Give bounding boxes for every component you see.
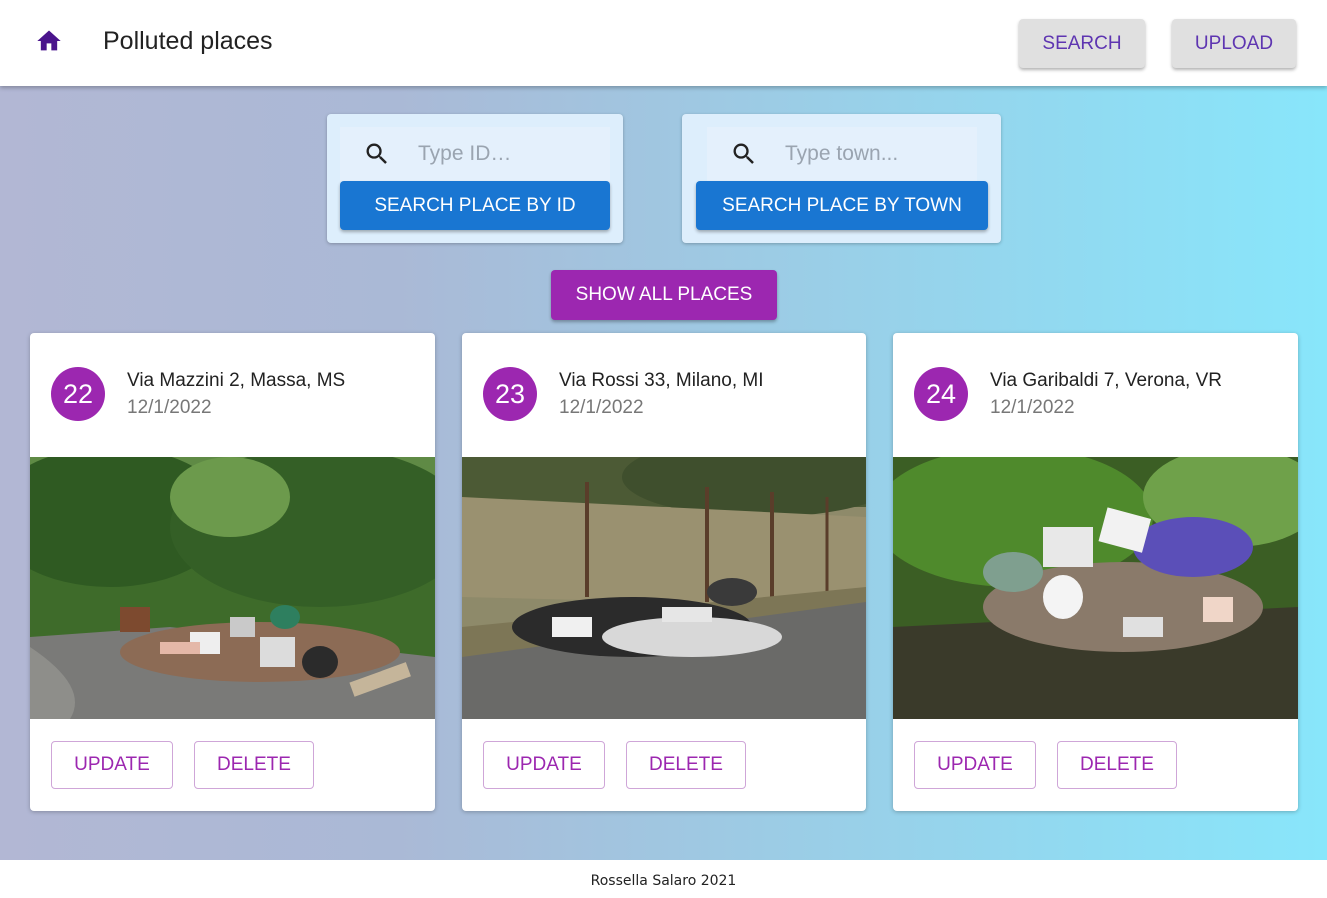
place-address: Via Garibaldi 7, Verona, VR: [990, 370, 1223, 391]
search-by-town-panel: SEARCH PLACE BY TOWN: [682, 114, 1001, 243]
search-town-input[interactable]: [785, 142, 965, 166]
place-photo: [462, 457, 866, 719]
search-town-field: [707, 127, 977, 181]
search-place-by-id-button[interactable]: SEARCH PLACE BY ID: [340, 181, 610, 230]
card-actions: UPDATE DELETE: [30, 719, 435, 811]
place-address: Via Mazzini 2, Massa, MS: [127, 370, 346, 391]
place-photo: [30, 457, 435, 719]
search-by-id-panel: SEARCH PLACE BY ID: [327, 114, 623, 243]
footer-text: Rossella Salaro 2021: [590, 873, 737, 889]
app-title: Polluted places: [103, 27, 273, 55]
card-actions: UPDATE DELETE: [893, 719, 1298, 811]
search-id-input[interactable]: [418, 142, 598, 166]
place-card: 22 Via Mazzini 2, Massa, MS 12/1/2022 UP…: [30, 333, 435, 811]
footer: Rossella Salaro 2021: [0, 860, 1327, 898]
card-header: 22 Via Mazzini 2, Massa, MS 12/1/2022: [30, 333, 435, 457]
home-icon: [37, 30, 61, 51]
place-photo: [893, 457, 1298, 719]
app-bar: Polluted places SEARCH UPLOAD: [0, 0, 1327, 86]
update-button[interactable]: UPDATE: [483, 741, 605, 789]
place-date: 12/1/2022: [559, 397, 644, 418]
update-button[interactable]: UPDATE: [51, 741, 173, 789]
update-button[interactable]: UPDATE: [914, 741, 1036, 789]
delete-button[interactable]: DELETE: [1057, 741, 1177, 789]
place-id-avatar: 22: [51, 367, 105, 421]
place-date: 12/1/2022: [127, 397, 212, 418]
search-id-field: [340, 127, 610, 181]
place-date: 12/1/2022: [990, 397, 1075, 418]
place-id-avatar: 24: [914, 367, 968, 421]
search-place-by-town-button[interactable]: SEARCH PLACE BY TOWN: [696, 181, 988, 230]
search-nav-button[interactable]: SEARCH: [1019, 19, 1145, 68]
card-header: 24 Via Garibaldi 7, Verona, VR 12/1/2022: [893, 333, 1298, 457]
place-address: Via Rossi 33, Milano, MI: [559, 370, 764, 391]
show-all-places-button[interactable]: SHOW ALL PLACES: [551, 270, 777, 320]
search-icon: [719, 127, 769, 181]
upload-nav-button[interactable]: UPLOAD: [1172, 19, 1296, 68]
delete-button[interactable]: DELETE: [626, 741, 746, 789]
card-header: 23 Via Rossi 33, Milano, MI 12/1/2022: [462, 333, 866, 457]
card-actions: UPDATE DELETE: [462, 719, 866, 811]
place-id-avatar: 23: [483, 367, 537, 421]
home-button[interactable]: [30, 22, 68, 60]
main-content: SEARCH PLACE BY ID SEARCH PLACE BY TOWN …: [0, 86, 1327, 860]
place-card: 24 Via Garibaldi 7, Verona, VR 12/1/2022: [893, 333, 1298, 811]
search-icon: [352, 127, 402, 181]
place-card: 23 Via Rossi 33, Milano, MI 12/1/2022 UP…: [462, 333, 866, 811]
delete-button[interactable]: DELETE: [194, 741, 314, 789]
